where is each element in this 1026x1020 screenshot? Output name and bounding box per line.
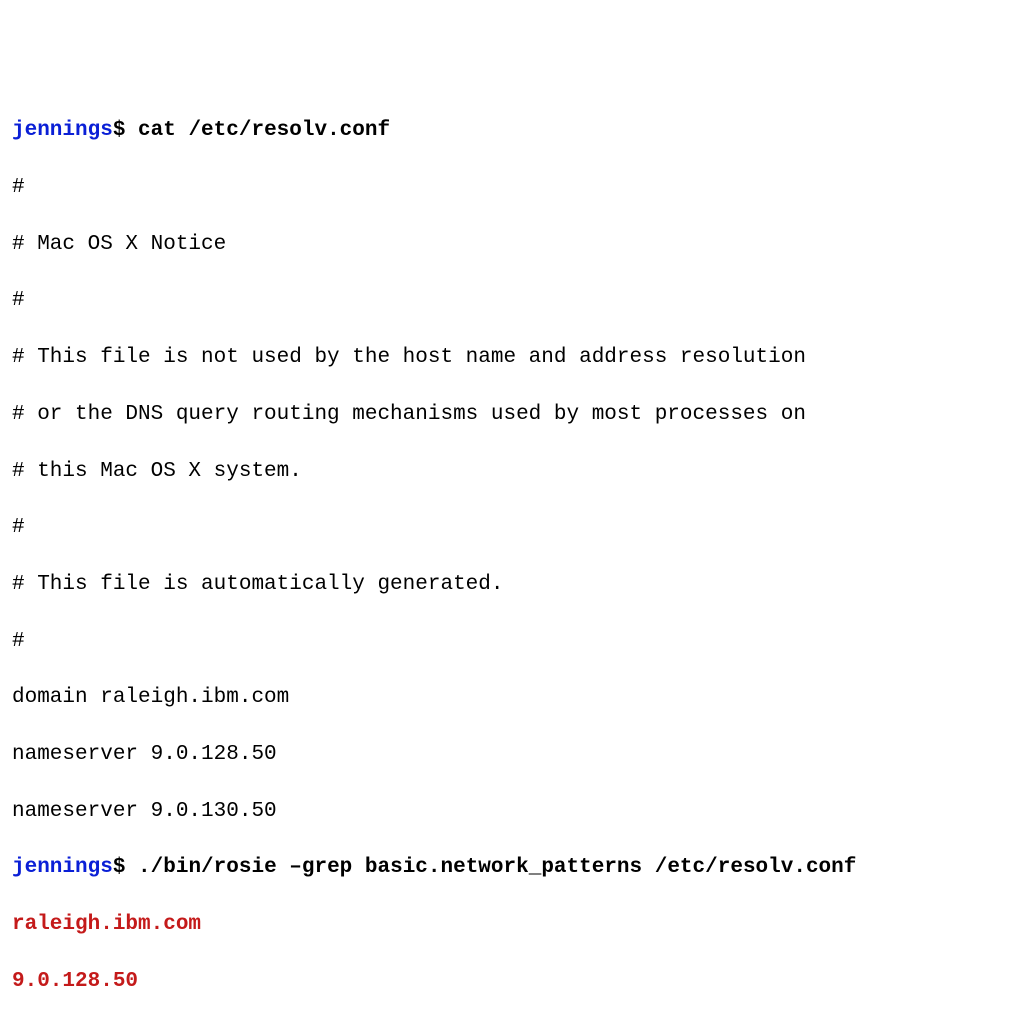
prompt-line-1: jennings$ cat /etc/resolv.conf	[12, 117, 1014, 145]
file-output-line: #	[12, 514, 1014, 542]
command-1: cat /etc/resolv.conf	[138, 119, 390, 142]
file-output-line: # this Mac OS X system.	[12, 458, 1014, 486]
file-output-line: # This file is automatically generated.	[12, 571, 1014, 599]
file-output-line: # This file is not used by the host name…	[12, 344, 1014, 372]
file-output-line: domain raleigh.ibm.com	[12, 684, 1014, 712]
match-output-line: 9.0.128.50	[12, 968, 1014, 996]
prompt-user: jennings	[12, 119, 113, 142]
file-output-line: nameserver 9.0.130.50	[12, 798, 1014, 826]
prompt-user: jennings	[12, 856, 113, 879]
command-2: ./bin/rosie –grep basic.network_patterns…	[138, 856, 856, 879]
file-output-line: #	[12, 287, 1014, 315]
prompt-symbol: $	[113, 856, 126, 879]
match-output-line: raleigh.ibm.com	[12, 911, 1014, 939]
prompt-symbol: $	[113, 119, 126, 142]
file-output-line: # or the DNS query routing mechanisms us…	[12, 401, 1014, 429]
file-output-line: nameserver 9.0.128.50	[12, 741, 1014, 769]
prompt-line-2: jennings$ ./bin/rosie –grep basic.networ…	[12, 854, 1014, 882]
file-output-line: #	[12, 174, 1014, 202]
file-output-line: # Mac OS X Notice	[12, 231, 1014, 259]
file-output-line: #	[12, 628, 1014, 656]
